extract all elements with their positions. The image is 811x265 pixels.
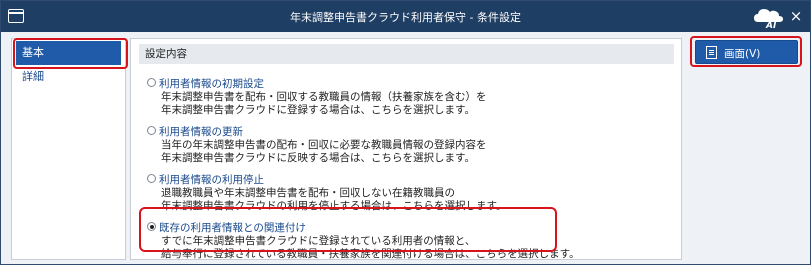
highlight-frame-link-option (139, 207, 557, 252)
option-description: 年末調整申告書を配布・回収する教職員の情報（扶養家族を含む）を 年末調整申告書ク… (161, 91, 487, 117)
title-bar: 年末調整申告書クラウド利用者保守 - 条件設定 AI × (1, 1, 810, 32)
option-description-line: 年末調整申告書クラウドに登録する場合は、こちらを選択します。 (161, 104, 475, 116)
option-title[interactable]: 利用者情報の更新 (159, 124, 243, 139)
svg-text:AI: AI (765, 21, 777, 30)
option-description-line: 年末調整申告書クラウドに反映する場合は、こちらを選択します。 (161, 152, 475, 164)
sidebar: 基本 詳細 (11, 38, 126, 260)
radio-update[interactable] (147, 126, 156, 135)
window-title: 年末調整申告書クラウド利用者保守 - 条件設定 (290, 11, 521, 24)
close-button[interactable]: × (788, 8, 804, 24)
sidebar-item-detail[interactable]: 詳細 (16, 69, 121, 85)
radio-suspend[interactable] (147, 174, 156, 183)
app-window: 年末調整申告書クラウド利用者保守 - 条件設定 AI × 基本 詳細 設定内容 … (0, 0, 811, 265)
highlight-frame-screen-button (690, 36, 802, 67)
settings-header: 設定内容 (139, 44, 674, 64)
option-description-line: 年末調整申告書を配布・回収する教職員の情報（扶養家族を含む）を (161, 91, 487, 103)
option-title[interactable]: 利用者情報の利用停止 (159, 172, 264, 187)
ai-cloud-logo-icon: AI (754, 9, 783, 30)
option-title[interactable]: 利用者情報の初期設定 (159, 76, 264, 91)
option-description-line: 退職教職員や年末調整申告書を配布・回収しない在籍教職員の (161, 187, 455, 199)
radio-initial-setup[interactable] (147, 78, 156, 87)
option-description-line: 当年の年末調整申告書の配布・回収に必要な教職員情報の登録内容を (161, 139, 487, 151)
highlight-frame-basic (13, 38, 128, 69)
option-description: 当年の年末調整申告書の配布・回収に必要な教職員情報の登録内容を 年末調整申告書ク… (161, 139, 487, 165)
